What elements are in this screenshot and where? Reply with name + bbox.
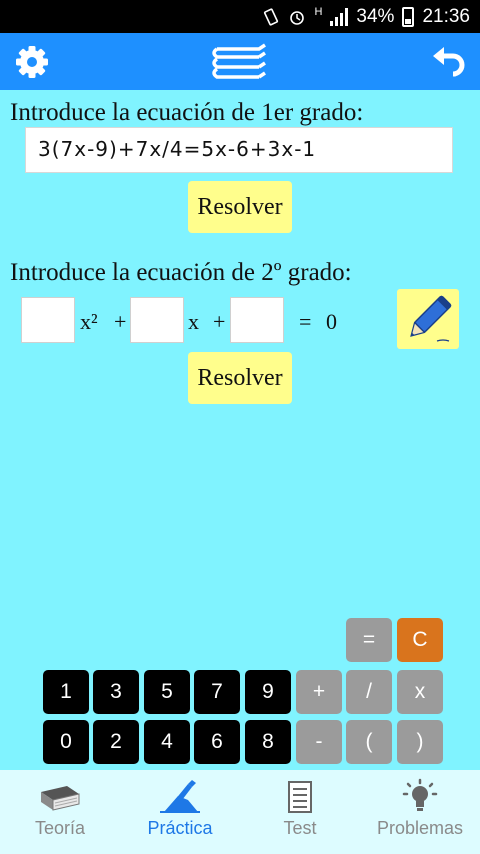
checklist-icon — [288, 781, 312, 813]
nav-label: Teoría — [34, 818, 86, 838]
key-1[interactable]: 1 — [43, 670, 89, 714]
gear-icon — [16, 45, 48, 78]
coefficient-b-input[interactable] — [130, 297, 184, 343]
coefficient-c-input[interactable] — [230, 297, 284, 343]
vibrate-icon — [264, 7, 279, 26]
key-clear[interactable]: C — [397, 618, 443, 662]
nav-practica[interactable]: Práctica — [136, 770, 224, 854]
x-term: x — [188, 309, 199, 334]
clock: 21:36 — [422, 5, 470, 27]
x-squared-term: x² — [80, 309, 98, 334]
settings-button[interactable] — [10, 33, 54, 90]
key-x[interactable]: x — [397, 670, 443, 714]
app-bar — [0, 33, 480, 90]
second-degree-label: Introduce la ecuación de 2º grado: — [10, 259, 352, 286]
coefficient-a-input[interactable] — [21, 297, 75, 343]
pencil-button[interactable] — [397, 289, 459, 349]
first-degree-equation-input[interactable]: 3(7x-9)+7x/4=5x-6+3x-1 — [25, 127, 453, 173]
key-plus[interactable]: + — [296, 670, 342, 714]
nav-test[interactable]: Test — [262, 770, 338, 854]
key-5[interactable]: 5 — [144, 670, 190, 714]
lightbulb-icon — [402, 778, 438, 811]
books-icon — [212, 43, 266, 79]
key-4[interactable]: 4 — [144, 720, 190, 764]
battery-percent: 34% — [356, 5, 395, 27]
books-button[interactable] — [205, 33, 275, 90]
signal-icon — [330, 7, 349, 26]
solve-first-degree-button[interactable]: Resolver — [188, 181, 292, 233]
nav-label: Test — [283, 818, 317, 838]
key-equals[interactable]: = — [346, 618, 392, 662]
key-9[interactable]: 9 — [245, 670, 291, 714]
key-0[interactable]: 0 — [43, 720, 89, 764]
alarm-icon — [290, 10, 305, 25]
key-minus[interactable]: - — [296, 720, 342, 764]
key-open-paren[interactable]: ( — [346, 720, 392, 764]
key-8[interactable]: 8 — [245, 720, 291, 764]
key-divide[interactable]: / — [346, 670, 392, 714]
solve-second-degree-button[interactable]: Resolver — [188, 352, 292, 404]
key-7[interactable]: 7 — [194, 670, 240, 714]
first-degree-label: Introduce la ecuación de 1er grado: — [10, 99, 364, 126]
pen-hand-icon — [160, 780, 200, 813]
key-3[interactable]: 3 — [93, 670, 139, 714]
bottom-navigation: Teoría Práctica Test Problemas — [0, 770, 480, 854]
key-2[interactable]: 2 — [93, 720, 139, 764]
book-icon — [41, 786, 80, 811]
key-close-paren[interactable]: ) — [397, 720, 443, 764]
back-button[interactable] — [424, 33, 472, 90]
nav-label: Práctica — [147, 818, 213, 838]
nav-label: Problemas — [376, 818, 464, 838]
battery-icon — [402, 6, 415, 27]
nav-teoria[interactable]: Teoría — [20, 770, 100, 854]
undo-arrow-icon — [433, 46, 465, 76]
zero-value: 0 — [326, 309, 337, 334]
key-6[interactable]: 6 — [194, 720, 240, 764]
plus-sign: + — [114, 309, 127, 334]
status-bar: H 34% 21:36 — [0, 0, 480, 33]
equals-sign: = — [299, 309, 312, 334]
nav-problemas[interactable]: Problemas — [366, 770, 474, 854]
pencil-icon — [410, 295, 452, 342]
network-type: H — [314, 6, 323, 18]
plus-sign: + — [213, 309, 226, 334]
